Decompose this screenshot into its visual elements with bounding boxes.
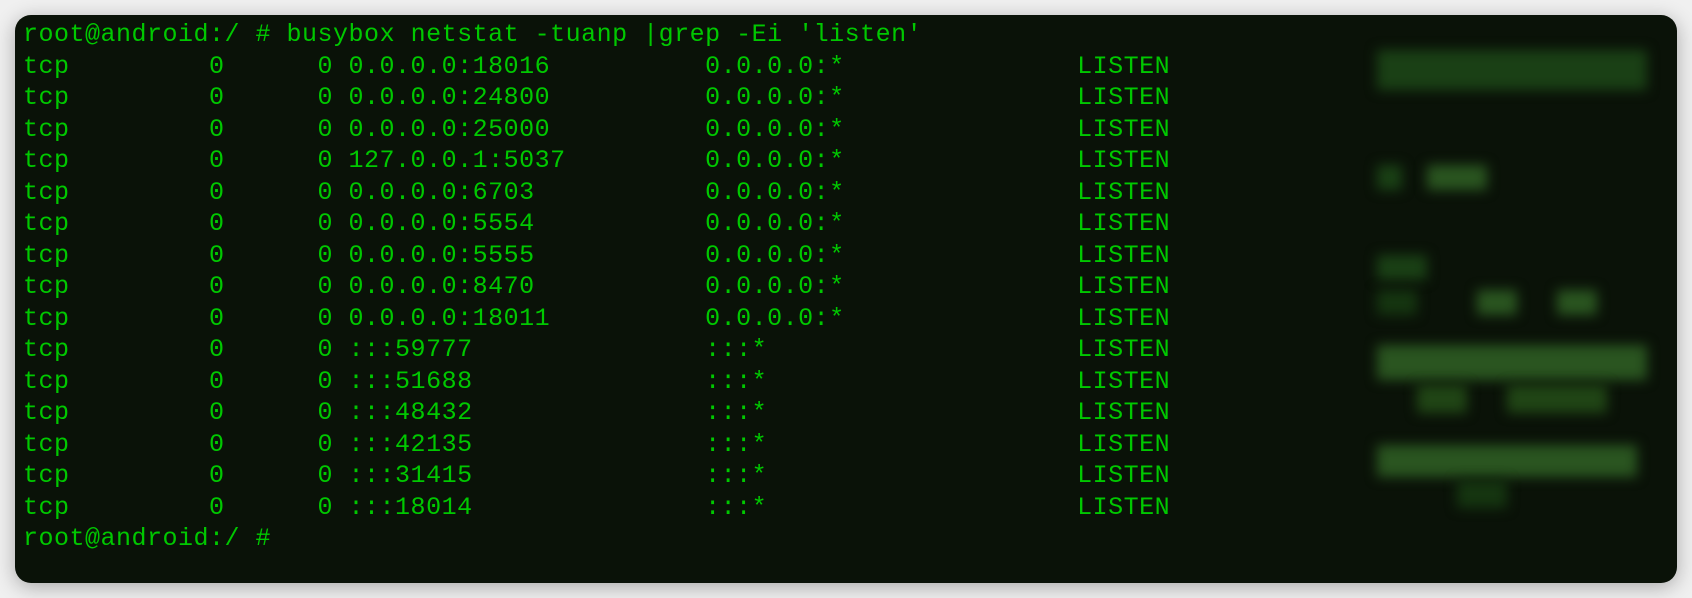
- command-line-2[interactable]: root@android:/ #: [23, 523, 1669, 555]
- shell-prompt: root@android:/ #: [23, 524, 271, 553]
- terminal-window[interactable]: root@android:/ # busybox netstat -tuanp …: [15, 15, 1677, 583]
- shell-command: busybox netstat -tuanp |grep -Ei 'listen…: [271, 20, 922, 49]
- redacted-pid-column: [1377, 45, 1667, 515]
- shell-prompt: root@android:/ #: [23, 20, 271, 49]
